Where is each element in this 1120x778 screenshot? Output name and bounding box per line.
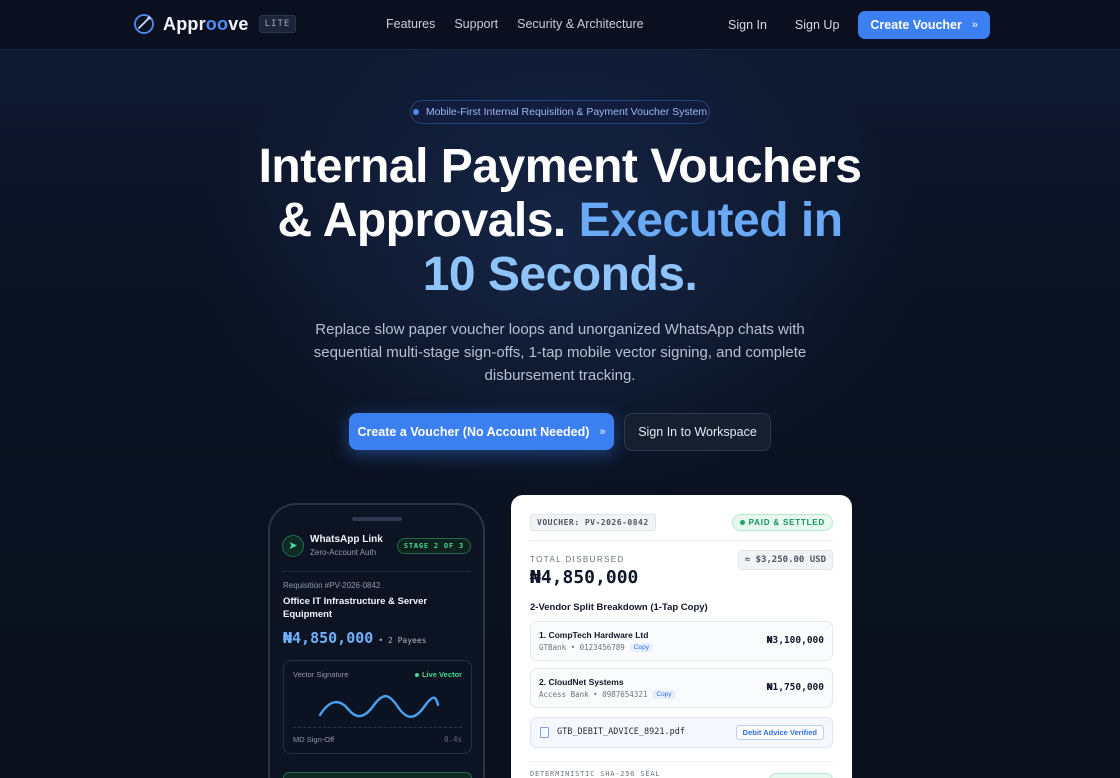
double-chevron-right-icon: » [971, 19, 978, 31]
nav-link-support[interactable]: Support [454, 17, 498, 31]
brand-badge: LITE [258, 15, 297, 33]
hero-title: Internal Payment Vouchers & Approvals. E… [200, 140, 920, 302]
requisition-number: Requisition #PV-2026-0842 [283, 581, 381, 590]
nav-actions: Sign In Sign Up Create Voucher » [728, 11, 990, 39]
phone-amount: ₦4,850,000 [283, 629, 374, 647]
vendor-amount: ₦1,750,000 [766, 682, 824, 693]
total-label: TOTAL DISBURSED [530, 555, 625, 564]
copy-button[interactable]: Copy [629, 643, 653, 652]
vendor-amount: ₦3,100,000 [766, 635, 824, 646]
vendor-bank: GTBank • 0123456789 Copy [539, 643, 653, 652]
logo-icon [134, 14, 154, 34]
vendor-name: 1. CompTech Hardware Ltd [539, 630, 649, 640]
sign-up-link[interactable]: Sign Up [795, 18, 839, 32]
signature-label: Vector Signature [293, 670, 349, 679]
pill-dot-icon [412, 109, 419, 115]
create-voucher-cta-label: Create a Voucher (No Account Needed) [357, 424, 590, 439]
vendor-bank: Access Bank • 0987654321 Copy [539, 690, 676, 699]
divider [282, 571, 471, 572]
signature-time: 0.4s [443, 735, 462, 744]
file-icon [540, 727, 549, 738]
status-dot-icon [739, 520, 745, 525]
phone-action-button[interactable] [283, 772, 472, 778]
seal-badge [769, 773, 833, 778]
stage-badge: STAGE 2 OF 3 [396, 538, 471, 554]
vendor-name: 2. CloudNet Systems [539, 677, 624, 687]
create-voucher-label: Create Voucher [870, 18, 962, 32]
phone-mockup: ➤ WhatsApp Link Zero-Account Auth STAGE … [268, 503, 485, 778]
file-name: GTB_DEBIT_ADVICE_8921.pdf [557, 727, 685, 737]
file-verified-badge: Debit Advice Verified [735, 725, 824, 740]
divider [530, 540, 833, 541]
create-voucher-button[interactable]: Create Voucher » [858, 11, 990, 39]
debit-advice-file[interactable]: GTB_DEBIT_ADVICE_8921.pdf Debit Advice V… [530, 717, 833, 748]
hero-pill-badge: Mobile-First Internal Requisition & Paym… [410, 100, 710, 124]
live-dot-icon [414, 672, 419, 677]
hero-title-line3: 10 Seconds. [422, 248, 698, 301]
hero-title-line1: Internal Payment Vouchers [258, 140, 862, 193]
brand-logo[interactable]: Approove LITE [133, 13, 297, 35]
hero-title-line2: & Approvals. Executed in [277, 194, 843, 247]
requisition-title: Office IT Infrastructure & Server Equipm… [283, 596, 428, 620]
copy-button[interactable]: Copy [652, 690, 676, 699]
sign-in-workspace-button[interactable]: Sign In to Workspace [624, 413, 771, 451]
signature-pad[interactable]: Vector Signature Live Vector MD Sign-Off… [283, 660, 472, 754]
phone-header: ➤ WhatsApp Link Zero-Account Auth STAGE … [282, 534, 471, 557]
hero-cta-row: Create a Voucher (No Account Needed) » S… [349, 413, 771, 451]
nav-link-features[interactable]: Features [386, 17, 435, 31]
voucher-card: VOUCHER: PV-2026-0842 PAID & SETTLED TOT… [511, 495, 852, 778]
double-chevron-right-icon: » [599, 425, 606, 438]
status-badge: PAID & SETTLED [731, 514, 833, 531]
signature-stroke [318, 695, 440, 718]
seal-label: DETERMINISTIC SHA-256 SEAL [530, 770, 661, 778]
split-heading: 2-Vendor Split Breakdown (1-Tap Copy) [530, 602, 708, 613]
hero-pill-text: Mobile-First Internal Requisition & Paym… [425, 106, 708, 118]
send-icon: ➤ [282, 534, 304, 557]
create-voucher-cta-button[interactable]: Create a Voucher (No Account Needed) » [349, 413, 614, 450]
sign-in-link[interactable]: Sign In [728, 18, 767, 32]
hero-subtitle: Replace slow paper voucher loops and uno… [313, 321, 807, 384]
signature-footer: MD Sign-Off [293, 735, 335, 744]
top-navbar: Approove LITE Features Support Security … [0, 0, 1120, 50]
vendor-row: 1. CompTech Hardware Ltd GTBank • 012345… [530, 621, 833, 661]
nav-links: Features Support Security & Architecture [386, 17, 644, 31]
signature-baseline [293, 727, 462, 728]
divider [530, 761, 833, 762]
hero-title-highlight: Executed in [578, 194, 843, 247]
brand-name: Approove [163, 13, 249, 34]
phone-notch [352, 517, 402, 521]
phone-amount-row: ₦4,850,000 • 2 Payees [283, 629, 426, 647]
usd-equivalent: ≈ $3,250.00 USD [737, 550, 833, 570]
live-vector-status: Live Vector [414, 670, 462, 679]
payees-count: • 2 Payees [378, 636, 427, 645]
phone-subtitle: Zero-Account Auth [310, 548, 377, 557]
nav-link-security[interactable]: Security & Architecture [517, 17, 643, 31]
total-value: ₦4,850,000 [530, 567, 639, 588]
vendor-row: 2. CloudNet Systems Access Bank • 098765… [530, 668, 833, 708]
phone-title: WhatsApp Link [310, 534, 383, 545]
voucher-id: VOUCHER: PV-2026-0842 [530, 514, 656, 531]
